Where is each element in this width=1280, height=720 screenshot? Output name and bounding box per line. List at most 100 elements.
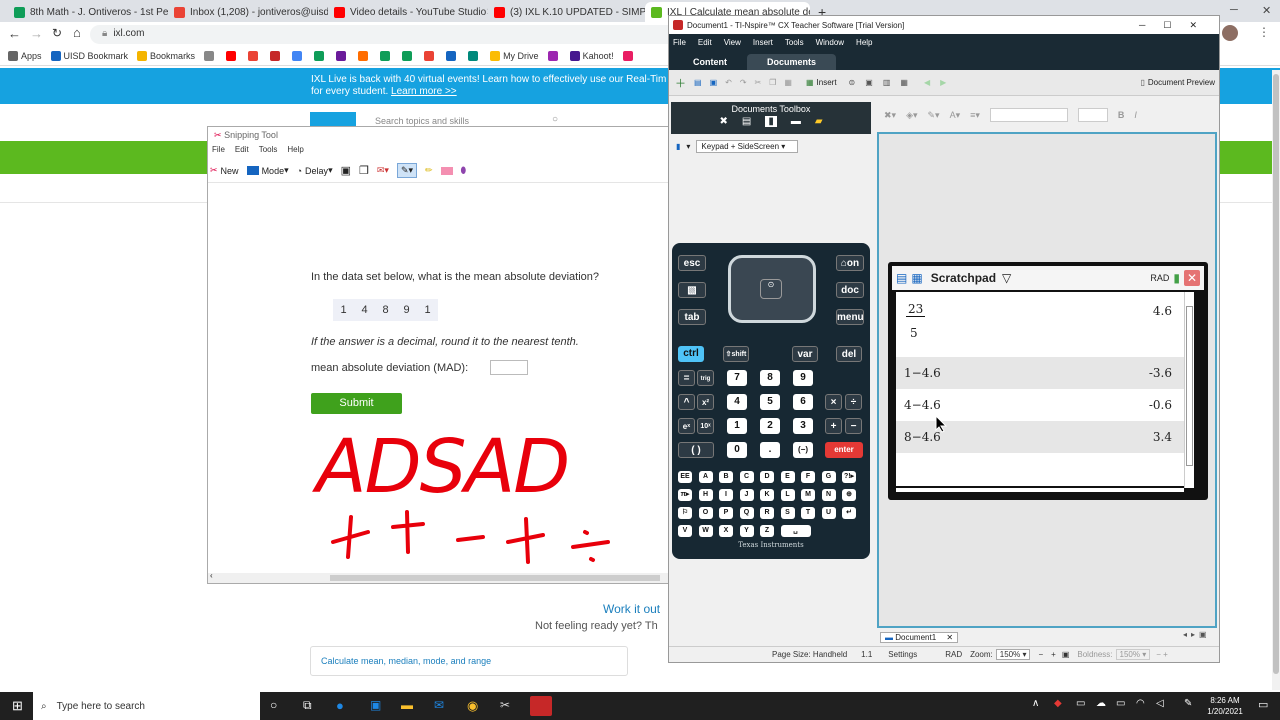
history-row[interactable]: 1−4.6 -3.6 [896,357,1184,389]
key-7[interactable]: 7 [727,370,747,386]
file-explorer-icon[interactable]: ▬ [401,698,413,712]
equals-key[interactable]: = [678,370,695,386]
fill-color-icon[interactable]: ◈▾ [906,110,917,121]
italic-icon[interactable]: I [1134,110,1137,120]
bookmark-item[interactable] [226,50,239,61]
browser-tab[interactable]: Inbox (1,208) - jontiveros@uisd.n✕ [168,2,328,22]
alpha-key[interactable]: Y [739,525,754,537]
key-6[interactable]: 6 [793,394,813,410]
menu-edit[interactable]: Edit [698,38,712,47]
touchpad[interactable]: ⊙ [728,255,816,323]
new-snip-button[interactable]: ✂ New [210,165,239,176]
line-style-icon[interactable]: ≡▾ [970,110,980,121]
times-key[interactable]: × [825,394,842,410]
alpha-key[interactable]: ?!▸ [842,471,856,483]
bookmark-item[interactable]: Bookmarks [137,50,195,61]
key-1[interactable]: 1 [727,418,747,434]
bookmark-item[interactable] [424,50,437,61]
save-icon[interactable]: ▣ [341,164,351,177]
tray-app-icon[interactable]: ◆ [1054,698,1062,709]
caret-key[interactable]: ^ [678,394,695,410]
bookmark-item[interactable] [292,50,305,61]
bookmark-item[interactable] [270,50,283,61]
delay-button[interactable]: ◔ Delay ▾ [297,165,333,176]
line-color-icon[interactable]: ✎▾ [928,110,940,121]
snipping-tool-taskbar-icon[interactable]: ✂ [500,698,510,712]
pen-icon[interactable]: ✎ [1184,698,1192,709]
tray-chevron-up-icon[interactable]: ∧ [1032,698,1039,709]
decimal-key[interactable]: . [760,442,780,458]
task-view-icon[interactable]: ⧉ [303,698,312,713]
forward-icon[interactable]: → [30,26,43,41]
onedrive-icon[interactable]: ☁ [1096,698,1106,709]
tools-icon[interactable]: ✖ [719,116,727,127]
ixl-search-input[interactable]: Search topics and skills [375,116,469,126]
touchpad-center-icon[interactable]: ⊙ [760,279,782,299]
calculator-icon[interactable]: ▤ [896,271,907,285]
ten-power-key[interactable]: 10ˣ [697,418,714,434]
page-size-label[interactable]: Page Size: Handheld [772,650,847,659]
bookmark-item[interactable]: Apps [8,50,42,61]
bookmark-item[interactable] [336,50,349,61]
alpha-key[interactable]: ↵ [842,507,856,519]
learn-more-link[interactable]: Learn more >> [391,86,457,97]
scratchpad-scrollbar[interactable] [1184,292,1194,488]
tinspire-taskbar-icon[interactable] [530,696,552,716]
chevron-down-icon[interactable]: ▽ [1002,271,1011,285]
mail-icon[interactable]: ✉ [434,698,444,712]
copy-icon[interactable]: ❐ [769,78,776,87]
alpha-key[interactable]: K [760,489,774,501]
alpha-key[interactable]: J [739,489,754,501]
submit-button[interactable]: Submit [311,393,402,414]
related-skill-link[interactable]: Calculate mean, median, mode, and range [311,647,627,666]
alpha-key[interactable]: N [821,489,836,501]
wifi-icon[interactable]: ◠ [1136,698,1145,709]
alpha-key[interactable]: W [698,525,713,537]
menu-help[interactable]: Help [856,38,872,47]
plus-key[interactable]: + [825,418,842,434]
alpha-key[interactable]: EE [678,471,692,483]
taskbar-search-box[interactable]: ⌕ Type here to search [33,692,260,720]
menu-file[interactable]: File [673,38,686,47]
font-size-select[interactable] [1077,108,1108,122]
cut-icon[interactable]: ✂ [755,78,762,87]
alpha-key[interactable]: U [821,507,836,519]
close-icon[interactable]: ✕ [1184,270,1200,286]
horizontal-scrollbar[interactable]: ‹ [208,571,668,583]
key-2[interactable]: 2 [760,418,780,434]
boldness-select[interactable]: 150% ▾ [1115,649,1151,660]
bookmark-item[interactable] [468,50,481,61]
close-window-icon[interactable]: ✕ [1262,4,1271,17]
key-3[interactable]: 3 [793,418,813,434]
tab-key[interactable]: tab [678,309,706,325]
avatar[interactable] [1222,25,1238,41]
alpha-key[interactable]: I [719,489,733,501]
mode-button[interactable]: Mode ▾ [246,165,289,176]
insert-menu[interactable]: Insert [817,78,837,87]
var-key[interactable]: var [792,346,818,362]
alpha-key[interactable]: E [780,471,795,483]
alpha-key[interactable]: G [821,471,836,483]
notifications-icon[interactable]: ▭ [1258,698,1268,711]
menu-window[interactable]: Window [816,38,844,47]
alpha-key[interactable]: S [780,507,795,519]
save-key[interactable]: ▧ [678,282,706,298]
bookmark-item[interactable] [248,50,261,61]
document-preview-select[interactable]: Document Preview [1148,78,1215,87]
history-row[interactable]: 23 5 4.6 [896,298,1184,344]
screen-capture-icon[interactable]: ▣ [865,78,873,87]
home-icon[interactable]: ⌂ [73,25,81,40]
alpha-key[interactable]: ␣ [780,525,811,537]
clock[interactable]: 8:26 AM 1/20/2021 [1200,695,1250,717]
alpha-key[interactable]: π▸ [678,489,692,501]
redo-icon[interactable]: ↷ [740,78,747,87]
network-icon[interactable]: ▭ [1116,698,1125,709]
menu-help[interactable]: Help [287,145,303,159]
page-scrollbar[interactable] [1272,70,1280,690]
scrollbar-thumb[interactable] [1186,306,1193,466]
minimize-icon[interactable]: ─ [1230,4,1238,16]
esc-key[interactable]: esc [678,255,706,271]
highlighter-icon[interactable]: ✏ [425,165,433,176]
bookmark-item[interactable] [446,50,459,61]
alpha-key[interactable]: ⊕ [842,489,856,501]
